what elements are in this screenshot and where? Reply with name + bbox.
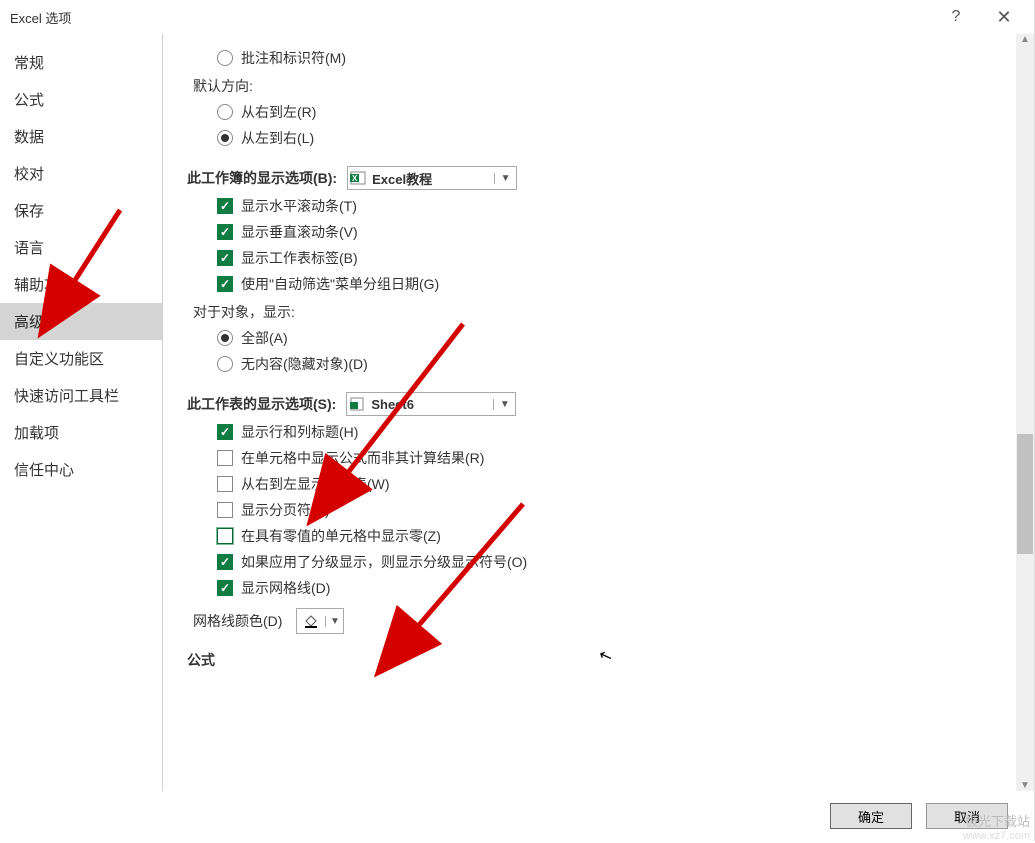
sidebar-item-addins[interactable]: 加载项 <box>0 414 162 451</box>
checkbox-icon <box>217 528 233 544</box>
excel-file-icon: X <box>348 170 368 186</box>
radio-label: 批注和标识符(M) <box>241 48 346 68</box>
content-wrap: 批注和标识符(M) 默认方向: 从右到左(R) 从左到右(L) 此工作簿的显示选… <box>163 34 1034 791</box>
check-label: 使用"自动筛选"菜单分组日期(G) <box>241 274 439 294</box>
radio-ltr-row[interactable]: 从左到右(L) <box>187 128 996 148</box>
radio-icon <box>217 330 233 346</box>
sheet-icon <box>347 396 367 412</box>
sidebar-item-advanced[interactable]: 高级 <box>0 303 162 340</box>
check-row-col-headers-row[interactable]: 显示行和列标题(H) <box>187 422 996 442</box>
sidebar-item-customize-ribbon[interactable]: 自定义功能区 <box>0 340 162 377</box>
radio-icon <box>217 50 233 66</box>
checkbox-icon <box>217 502 233 518</box>
check-label: 显示工作表标签(B) <box>241 248 358 268</box>
content-panel: 批注和标识符(M) 默认方向: 从右到左(R) 从左到右(L) 此工作簿的显示选… <box>163 34 1016 791</box>
check-rtl-sheet-row[interactable]: 从右到左显示工作表(W) <box>187 474 996 494</box>
combo-text: Sheet6 <box>367 397 493 412</box>
checkbox-icon <box>217 450 233 466</box>
check-show-outline-row[interactable]: 如果应用了分级显示，则显示分级显示符号(O) <box>187 552 996 572</box>
help-button[interactable]: ? <box>942 8 970 26</box>
radio-comments-indicators-row[interactable]: 批注和标识符(M) <box>187 48 996 68</box>
check-page-breaks-row[interactable]: 显示分页符(K) <box>187 500 996 520</box>
radio-label: 从右到左(R) <box>241 102 316 122</box>
checkbox-icon <box>217 198 233 214</box>
check-autofilter-row[interactable]: 使用"自动筛选"菜单分组日期(G) <box>187 274 996 294</box>
scrollbar-thumb[interactable] <box>1017 434 1033 554</box>
checkbox-icon <box>217 250 233 266</box>
dialog-footer: 确定 取消 极光下载站 www.xz7.com <box>0 791 1034 841</box>
worksheet-display-section: 此工作表的显示选项(S): Sheet6 ▼ <box>187 392 996 416</box>
checkbox-icon <box>217 580 233 596</box>
sidebar: 常规 公式 数据 校对 保存 语言 辅助功能 高级 自定义功能区 快速访问工具栏… <box>0 34 163 791</box>
check-label: 在具有零值的单元格中显示零(Z) <box>241 526 441 546</box>
check-label: 显示垂直滚动条(V) <box>241 222 358 242</box>
sidebar-item-formulas[interactable]: 公式 <box>0 81 162 118</box>
ok-button[interactable]: 确定 <box>830 803 912 829</box>
check-show-formulas-row[interactable]: 在单元格中显示公式而非其计算结果(R) <box>187 448 996 468</box>
svg-text:X: X <box>352 174 358 183</box>
formula-section-title: 公式 <box>187 650 996 670</box>
checkbox-icon <box>217 276 233 292</box>
radio-label: 从左到右(L) <box>241 128 314 148</box>
worksheet-combo[interactable]: Sheet6 ▼ <box>346 392 516 416</box>
excel-options-window: Excel 选项 ? ✕ 常规 公式 数据 校对 保存 语言 辅助功能 高级 自… <box>0 0 1035 841</box>
objects-show-label: 对于对象，显示: <box>187 302 996 322</box>
check-label: 如果应用了分级显示，则显示分级显示符号(O) <box>241 552 527 572</box>
gridline-color-label: 网格线颜色(D) <box>193 611 282 631</box>
combo-text: Excel教程 <box>368 169 494 188</box>
check-label: 显示行和列标题(H) <box>241 422 358 442</box>
sidebar-item-quick-access[interactable]: 快速访问工具栏 <box>0 377 162 414</box>
section-label: 此工作簿的显示选项(B): <box>187 168 337 188</box>
sidebar-item-data[interactable]: 数据 <box>0 118 162 155</box>
sidebar-item-accessibility[interactable]: 辅助功能 <box>0 266 162 303</box>
sidebar-item-trust-center[interactable]: 信任中心 <box>0 451 162 488</box>
radio-label: 全部(A) <box>241 328 288 348</box>
check-hscroll-row[interactable]: 显示水平滚动条(T) <box>187 196 996 216</box>
watermark-line1: 极光下载站 <box>963 814 1030 830</box>
checkbox-icon <box>217 554 233 570</box>
check-label: 显示网格线(D) <box>241 578 330 598</box>
section-label: 此工作表的显示选项(S): <box>187 394 336 414</box>
vertical-scrollbar[interactable]: ▲ ▼ <box>1016 34 1034 791</box>
chevron-down-icon: ▼ <box>493 399 515 410</box>
titlebar: Excel 选项 ? ✕ <box>0 0 1034 34</box>
gridline-color-picker[interactable]: ▼ <box>296 608 344 634</box>
checkbox-icon <box>217 424 233 440</box>
watermark: 极光下载站 www.xz7.com <box>963 814 1030 843</box>
paint-bucket-icon <box>297 613 325 629</box>
check-vscroll-row[interactable]: 显示垂直滚动条(V) <box>187 222 996 242</box>
default-direction-label: 默认方向: <box>187 76 996 96</box>
checkbox-icon <box>217 476 233 492</box>
radio-icon <box>217 104 233 120</box>
titlebar-buttons: ? ✕ <box>942 7 1026 28</box>
check-show-zero-row[interactable]: 在具有零值的单元格中显示零(Z) <box>187 526 996 546</box>
close-button[interactable]: ✕ <box>990 7 1018 28</box>
check-label: 显示水平滚动条(T) <box>241 196 357 216</box>
chevron-down-icon: ▼ <box>325 616 343 627</box>
watermark-line2: www.xz7.com <box>963 830 1030 843</box>
radio-label: 无内容(隐藏对象)(D) <box>241 354 368 374</box>
window-title: Excel 选项 <box>8 8 942 27</box>
radio-objects-none-row[interactable]: 无内容(隐藏对象)(D) <box>187 354 996 374</box>
check-label: 在单元格中显示公式而非其计算结果(R) <box>241 448 484 468</box>
sidebar-item-language[interactable]: 语言 <box>0 229 162 266</box>
workbook-display-section: 此工作簿的显示选项(B): X Excel教程 ▼ <box>187 166 996 190</box>
workbook-combo[interactable]: X Excel教程 ▼ <box>347 166 517 190</box>
sidebar-item-proofing[interactable]: 校对 <box>0 155 162 192</box>
radio-icon <box>217 356 233 372</box>
check-label: 显示分页符(K) <box>241 500 330 520</box>
gridline-color-row: 网格线颜色(D) ▼ <box>193 608 996 634</box>
check-show-gridlines-row[interactable]: 显示网格线(D) <box>187 578 996 598</box>
check-sheet-tabs-row[interactable]: 显示工作表标签(B) <box>187 248 996 268</box>
radio-icon <box>217 130 233 146</box>
radio-objects-all-row[interactable]: 全部(A) <box>187 328 996 348</box>
radio-rtl-row[interactable]: 从右到左(R) <box>187 102 996 122</box>
chevron-down-icon: ▼ <box>494 173 516 184</box>
sidebar-item-general[interactable]: 常规 <box>0 44 162 81</box>
dialog-body: 常规 公式 数据 校对 保存 语言 辅助功能 高级 自定义功能区 快速访问工具栏… <box>0 34 1034 791</box>
check-label: 从右到左显示工作表(W) <box>241 474 390 494</box>
sidebar-item-save[interactable]: 保存 <box>0 192 162 229</box>
checkbox-icon <box>217 224 233 240</box>
